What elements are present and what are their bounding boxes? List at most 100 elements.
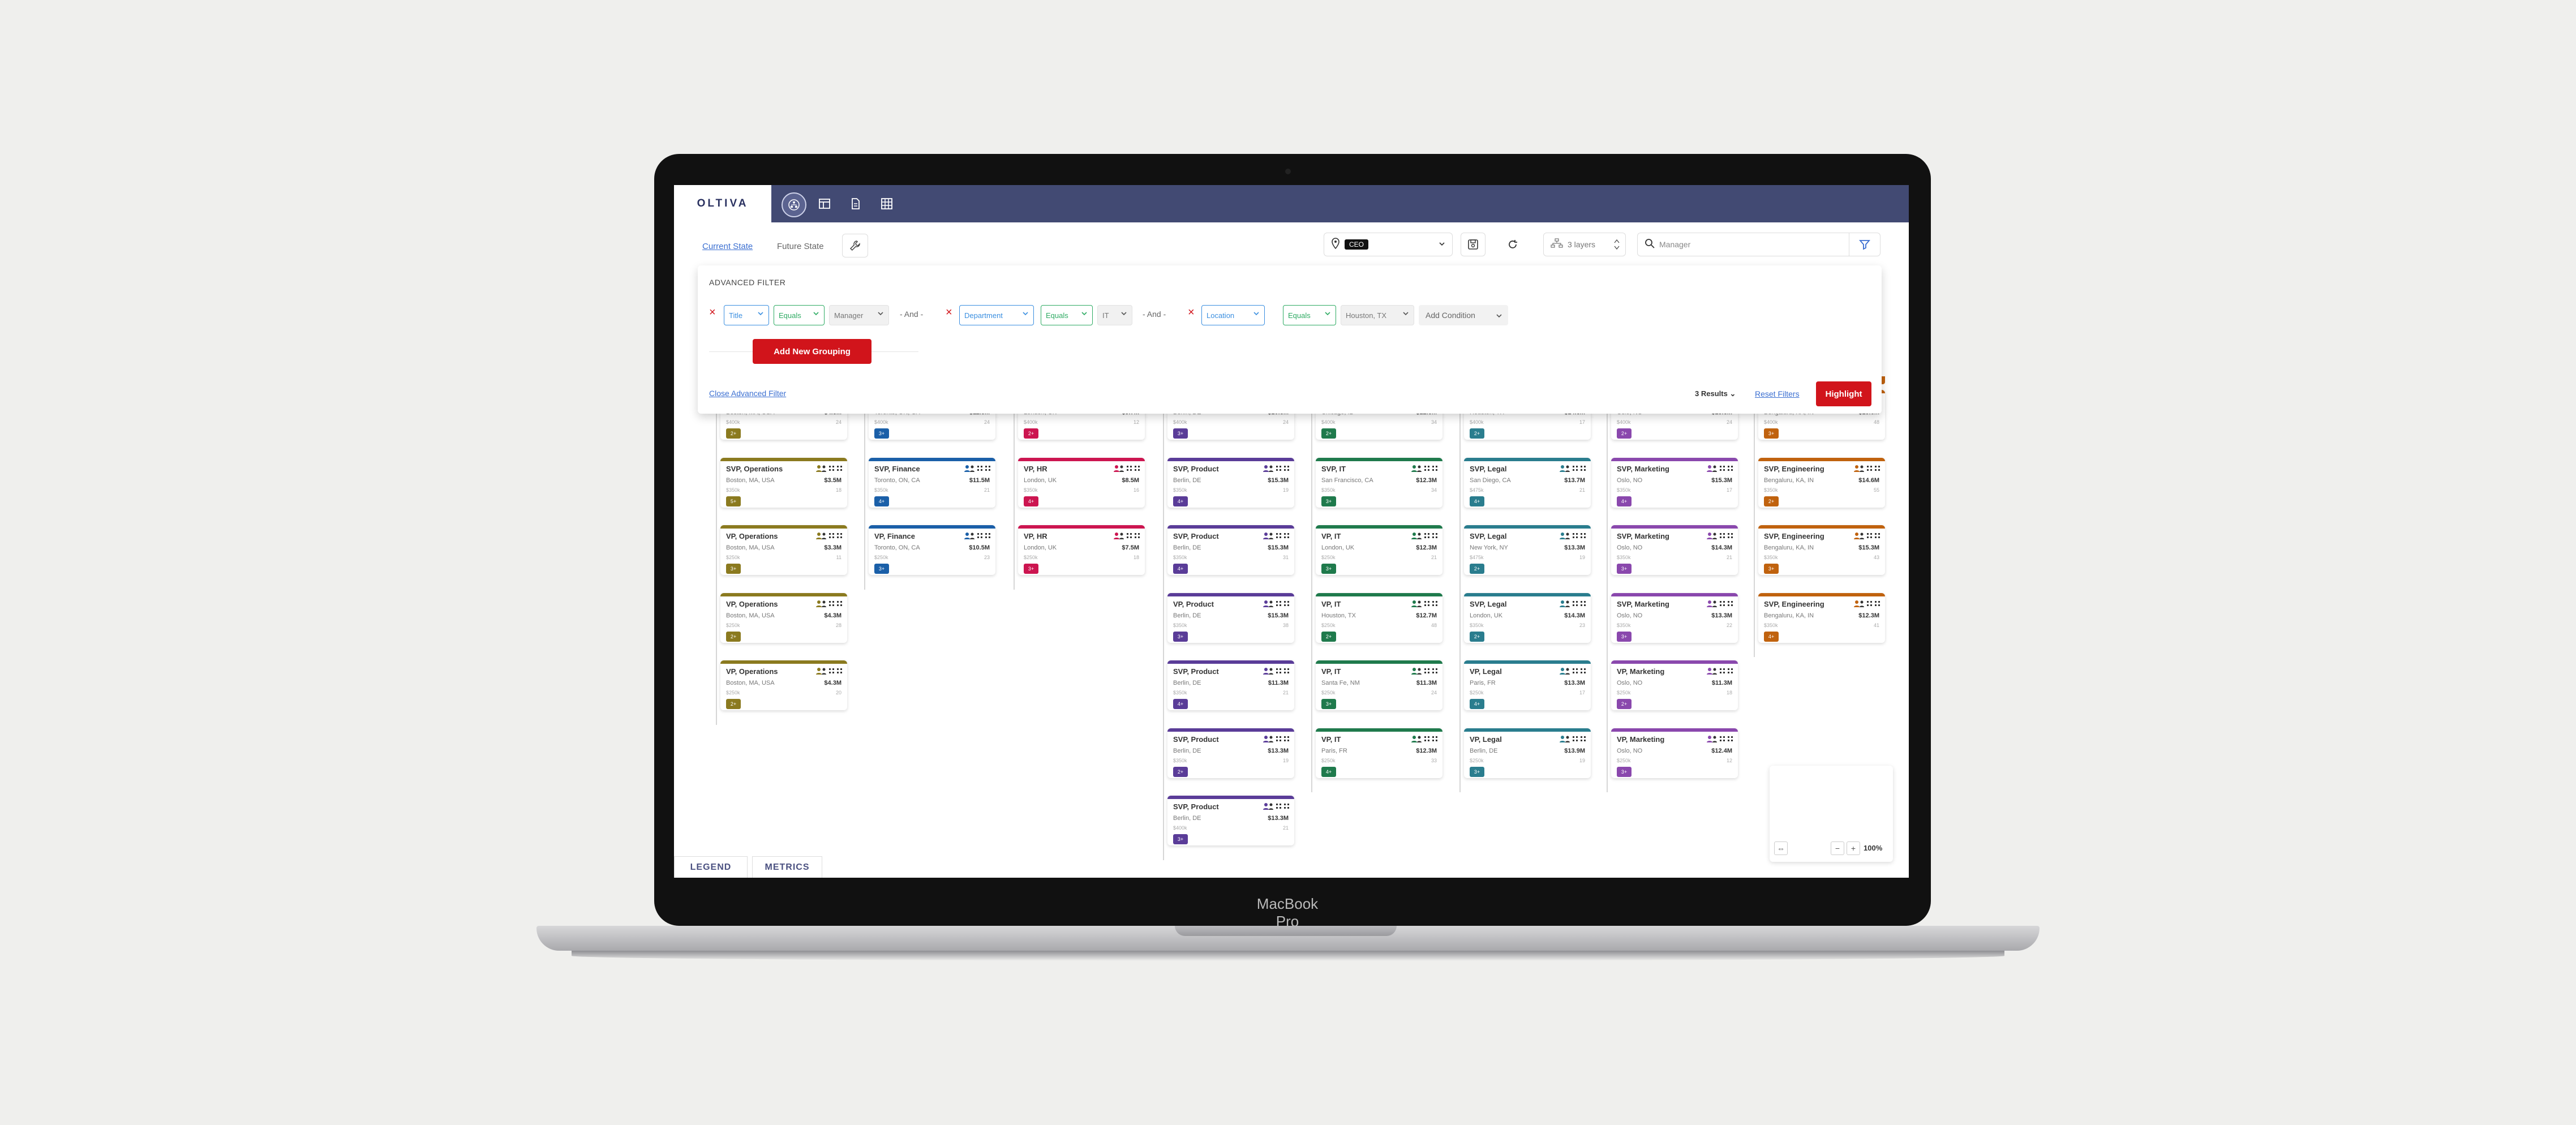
tab-future-state[interactable]: Future State bbox=[777, 242, 824, 251]
org-card[interactable]: VP, IT London, UK $12.3M $250k 21 3 + bbox=[1316, 525, 1442, 575]
app-logo[interactable]: OLTIVA bbox=[674, 185, 771, 222]
people-icon[interactable] bbox=[1411, 600, 1438, 608]
org-card[interactable]: SVP, Product Berlin, DE $15.3M $350k 19 4 + bbox=[1167, 457, 1294, 508]
people-icon[interactable] bbox=[1263, 667, 1290, 675]
fit-to-screen-icon[interactable]: ⇔ bbox=[1774, 841, 1788, 855]
people-icon[interactable] bbox=[1263, 735, 1290, 743]
org-card[interactable]: SVP, Product Berlin, DE $11.3M $350k 21 4 + bbox=[1167, 660, 1294, 710]
zoom-in-button[interactable]: + bbox=[1847, 841, 1860, 855]
expand-badge[interactable]: 3 + bbox=[1321, 564, 1336, 574]
org-card[interactable]: SVP, IT San Francisco, CA $12.3M $350k 34 3 + bbox=[1316, 457, 1442, 508]
results-count[interactable]: 3 Results ⌄ bbox=[1695, 389, 1736, 398]
expand-badge[interactable]: 2 + bbox=[726, 699, 741, 709]
org-card[interactable]: SVP, Marketing Oslo, NO $13.3M $350k 22 3 + bbox=[1611, 592, 1738, 643]
people-icon[interactable] bbox=[1113, 465, 1140, 473]
remove-condition-icon[interactable]: × bbox=[709, 306, 716, 319]
people-icon[interactable] bbox=[1706, 667, 1733, 675]
expand-badge[interactable]: 3 + bbox=[1764, 564, 1779, 574]
expand-badge[interactable]: 3 + bbox=[1173, 631, 1188, 642]
minimap[interactable]: ⇔ − + 100% bbox=[1770, 766, 1893, 862]
people-icon[interactable] bbox=[1559, 667, 1586, 675]
refresh-icon[interactable] bbox=[1500, 233, 1525, 256]
expand-badge[interactable]: 3 + bbox=[1764, 428, 1779, 439]
people-icon[interactable] bbox=[815, 465, 843, 473]
people-icon[interactable] bbox=[1559, 532, 1586, 540]
people-icon[interactable] bbox=[815, 532, 843, 540]
expand-badge[interactable]: 4 + bbox=[1321, 766, 1336, 777]
people-icon[interactable] bbox=[1853, 532, 1881, 540]
expand-badge[interactable]: 4 + bbox=[1470, 699, 1484, 709]
people-icon[interactable] bbox=[815, 600, 843, 608]
condition-value-select[interactable]: Houston, TX bbox=[1341, 305, 1414, 325]
condition-field-select[interactable]: Location bbox=[1201, 305, 1265, 325]
expand-badge[interactable]: 4 + bbox=[1173, 496, 1188, 506]
people-icon[interactable] bbox=[1706, 600, 1733, 608]
role-selector[interactable]: CEO bbox=[1324, 233, 1453, 256]
legend-tab[interactable]: LEGEND bbox=[674, 856, 748, 878]
people-icon[interactable] bbox=[1853, 465, 1881, 473]
search-input[interactable]: Manager bbox=[1637, 233, 1881, 256]
document-icon[interactable] bbox=[844, 192, 867, 215]
org-card[interactable]: VP, Finance Toronto, ON, CA $10.5M $250k 23 3… bbox=[869, 525, 995, 575]
layout-icon[interactable] bbox=[813, 192, 836, 215]
expand-badge[interactable]: 2 + bbox=[1470, 428, 1484, 439]
expand-badge[interactable]: 3 + bbox=[1617, 631, 1632, 642]
remove-condition-icon[interactable]: × bbox=[1188, 306, 1195, 319]
people-icon[interactable] bbox=[1263, 802, 1290, 810]
org-card[interactable]: SVP, Legal San Diego, CA $13.7M $475k 21 4 + bbox=[1464, 457, 1591, 508]
zoom-out-button[interactable]: − bbox=[1831, 841, 1844, 855]
org-card[interactable]: VP, Marketing Oslo, NO $11.3M $250k 18 2 + bbox=[1611, 660, 1738, 710]
people-icon[interactable] bbox=[1853, 600, 1881, 608]
stepper-arrows-icon[interactable] bbox=[1614, 238, 1620, 254]
org-card[interactable]: VP, Operations Boston, MA, USA $4.3M $250k 2… bbox=[720, 660, 847, 710]
reset-filters-link[interactable]: Reset Filters bbox=[1755, 389, 1800, 398]
expand-badge[interactable]: 3 + bbox=[1173, 834, 1188, 844]
metrics-tab[interactable]: METRICS bbox=[752, 856, 822, 878]
org-card[interactable]: SVP, Marketing Oslo, NO $15.3M $350k 17 4 + bbox=[1611, 457, 1738, 508]
org-card[interactable]: SVP, Product Berlin, DE $13.3M $350k 19 2 + bbox=[1167, 728, 1294, 778]
condition-value-select[interactable]: IT bbox=[1097, 305, 1132, 325]
expand-badge[interactable]: 4 + bbox=[1764, 631, 1779, 642]
expand-badge[interactable]: 3 + bbox=[874, 564, 889, 574]
org-card[interactable]: VP, HR London, UK $8.5M $350k 16 4 + bbox=[1018, 457, 1145, 508]
layers-stepper[interactable]: 3 layers bbox=[1543, 233, 1626, 256]
expand-badge[interactable]: 2 + bbox=[1470, 564, 1484, 574]
expand-badge[interactable]: 3 + bbox=[1321, 699, 1336, 709]
highlight-button[interactable]: Highlight bbox=[1816, 381, 1871, 406]
org-card[interactable]: VP, Marketing Oslo, NO $12.4M $250k 12 3 + bbox=[1611, 728, 1738, 778]
people-icon[interactable] bbox=[1559, 600, 1586, 608]
wrench-icon[interactable] bbox=[842, 234, 868, 257]
expand-badge[interactable]: 2 + bbox=[1764, 496, 1779, 506]
people-icon[interactable] bbox=[1706, 465, 1733, 473]
close-advanced-filter-link[interactable]: Close Advanced Filter bbox=[709, 389, 786, 398]
expand-badge[interactable]: 2 + bbox=[1024, 428, 1038, 439]
expand-badge[interactable]: 2 + bbox=[726, 428, 741, 439]
people-icon[interactable] bbox=[815, 667, 843, 675]
condition-field-select[interactable]: Department bbox=[959, 305, 1034, 325]
people-icon[interactable] bbox=[1706, 532, 1733, 540]
org-card[interactable]: SVP, Legal New York, NY $13.3M $475k 19 2 + bbox=[1464, 525, 1591, 575]
expand-badge[interactable]: 3 + bbox=[1470, 766, 1484, 777]
expand-badge[interactable]: 3 + bbox=[1617, 564, 1632, 574]
org-card[interactable]: SVP, Engineering Bengaluru, KA, IN $12.3M $… bbox=[1758, 592, 1885, 643]
expand-badge[interactable]: 4 + bbox=[1470, 496, 1484, 506]
expand-badge[interactable]: 4 + bbox=[874, 496, 889, 506]
expand-badge[interactable]: 4 + bbox=[1617, 496, 1632, 506]
org-card[interactable]: VP, IT Paris, FR $12.3M $250k 33 4 + bbox=[1316, 728, 1442, 778]
people-icon[interactable] bbox=[1559, 735, 1586, 743]
expand-badge[interactable]: 2 + bbox=[1321, 428, 1336, 439]
people-icon[interactable] bbox=[1113, 532, 1140, 540]
org-card[interactable]: VP, Product Berlin, DE $15.3M $350k 38 3 + bbox=[1167, 592, 1294, 643]
org-card[interactable]: VP, HR London, UK $7.5M $250k 18 3 + bbox=[1018, 525, 1145, 575]
org-card[interactable]: SVP, Engineering Bengaluru, KA, IN $15.3M $… bbox=[1758, 525, 1885, 575]
expand-badge[interactable]: 3 + bbox=[874, 428, 889, 439]
tab-current-state[interactable]: Current State bbox=[702, 242, 753, 251]
people-icon[interactable] bbox=[1411, 532, 1438, 540]
remove-condition-icon[interactable]: × bbox=[946, 306, 952, 319]
people-icon[interactable] bbox=[964, 465, 991, 473]
org-card[interactable]: VP, IT Houston, TX $12.7M $250k 48 2 + bbox=[1316, 592, 1442, 643]
filter-icon[interactable] bbox=[1849, 233, 1880, 256]
people-icon[interactable] bbox=[1263, 600, 1290, 608]
add-new-grouping-button[interactable]: Add New Grouping bbox=[753, 339, 871, 364]
save-icon[interactable] bbox=[1461, 233, 1486, 256]
